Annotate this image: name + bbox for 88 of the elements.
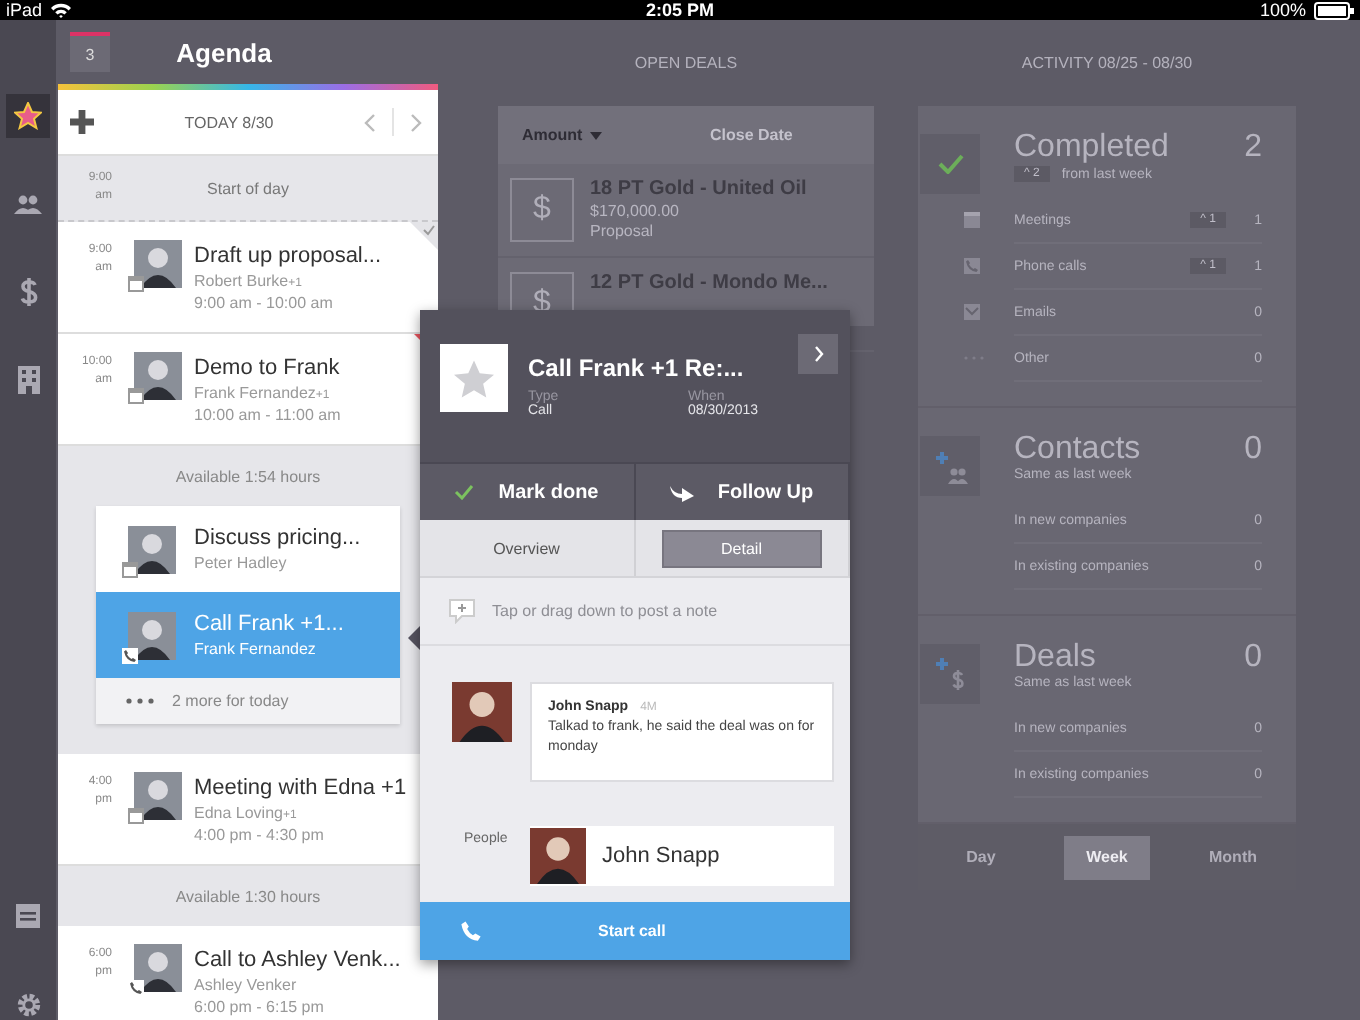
curved-arrow-icon: [669, 483, 694, 501]
check-icon: [937, 154, 963, 174]
deals-heading: OPEN DEALS: [632, 52, 740, 76]
phone-icon: [128, 980, 144, 996]
item-person: Frank Fernandez: [194, 640, 318, 658]
event-time: 4:00 pm - 4:30 pm: [194, 825, 326, 843]
note-input-field[interactable]: Tap or drag down to post a note: [492, 602, 718, 620]
more-text: 2 more for today: [172, 692, 289, 710]
phone-icon: [460, 920, 482, 942]
avatar-silhouette: [134, 944, 182, 992]
calendar-icon: [128, 808, 144, 824]
start-call-button[interactable]: Start call: [420, 902, 850, 960]
notes-icon: [16, 904, 40, 928]
person-card[interactable]: John Snapp: [530, 826, 834, 886]
section-count: 0: [1244, 640, 1262, 676]
event-title: Draft up proposal...: [194, 243, 382, 267]
date-label: TODAY 8/30: [182, 113, 276, 131]
view-tab[interactable]: Detail: [661, 529, 822, 567]
event-person: Ashley Venker: [194, 975, 299, 993]
clock: 2:05 PM: [645, 0, 714, 20]
dollar-tile: $: [510, 178, 574, 242]
item-title: Call Frank +1...: [194, 612, 344, 636]
star-icon: [14, 102, 42, 130]
nav-item[interactable]: [6, 94, 50, 138]
phone-icon: [964, 258, 980, 274]
add-icon[interactable]: [70, 110, 94, 134]
view-tab[interactable]: Overview: [446, 529, 607, 567]
battery-percent: 100%: [1259, 0, 1306, 20]
caret-icon: [590, 131, 603, 139]
more-row[interactable]: 2 more for today: [96, 678, 400, 724]
star-icon: [454, 359, 494, 397]
next-button[interactable]: [798, 334, 838, 374]
avatar-silhouette: [128, 611, 176, 659]
calendar-icon: [128, 276, 144, 292]
avatar-silhouette: [134, 352, 182, 400]
period-tab[interactable]: Week: [1064, 835, 1150, 879]
section-title: Contacts: [1014, 432, 1141, 467]
add-dollar-icon: [932, 656, 968, 692]
column-header[interactable]: Close Date: [686, 126, 874, 144]
item-person: Peter Hadley: [194, 554, 289, 572]
event-time: 6:00 pm - 6:15 pm: [194, 997, 326, 1015]
event-title: Call to Ashley Venk...: [194, 947, 401, 971]
event-time: 10:00 am - 11:00 am: [194, 405, 341, 423]
period-tab[interactable]: Month: [1190, 835, 1276, 879]
event-title: Meeting with Edna +1: [194, 775, 407, 799]
available-text: Available 1:30 hours: [175, 887, 321, 905]
popover-title: Call Frank +1 Re:...: [528, 354, 744, 382]
avatar-silhouette: [530, 828, 586, 884]
count-badge[interactable]: 3: [70, 32, 110, 72]
section-count: 2: [1244, 130, 1262, 166]
avatar-silhouette: [134, 772, 182, 820]
people-icon: [14, 194, 42, 214]
slot-text: Start of day: [205, 179, 291, 197]
device-name: iPad: [6, 0, 43, 20]
building-icon: [17, 366, 39, 394]
section-count: 0: [1244, 432, 1262, 468]
calendar-icon: [128, 388, 144, 404]
calendar-icon: [964, 212, 980, 228]
event-title: Demo to Frank: [194, 355, 341, 379]
event-time: 9:00 am - 10:00 am: [194, 293, 335, 311]
add-person-icon: [932, 449, 968, 483]
add-note-icon[interactable]: [448, 598, 476, 624]
section-title: Completed: [1014, 130, 1169, 166]
agenda-title: Agenda: [174, 37, 274, 67]
chevron-right-icon: [813, 346, 823, 362]
avatar-silhouette: [128, 525, 176, 573]
phone-icon: [122, 647, 138, 663]
person-name: John Snapp: [602, 844, 720, 868]
agenda-item[interactable]: Call Frank +1... Frank Fernandez: [96, 592, 400, 678]
dollar-icon: [19, 278, 37, 306]
battery-icon: [1313, 1, 1354, 19]
settings-icon: [15, 991, 41, 1017]
activity-heading: ACTIVITY 08/25 - 08/30: [1019, 52, 1195, 76]
deal-stage: Proposal: [590, 222, 656, 240]
section-title: Deals: [1014, 640, 1096, 675]
agenda-item[interactable]: Discuss pricing... Peter Hadley: [96, 506, 400, 592]
check-icon: [454, 484, 475, 500]
calendar-icon: [122, 561, 138, 577]
avatar-silhouette: [452, 682, 512, 742]
envelope-icon: [964, 304, 980, 320]
period-tab[interactable]: Day: [938, 835, 1024, 879]
avatar-silhouette: [134, 240, 182, 288]
dots-icon: [126, 698, 154, 704]
item-title: Discuss pricing...: [194, 526, 361, 550]
deal-amount: $170,000.00: [590, 202, 681, 220]
column-header[interactable]: Amount: [498, 126, 686, 144]
available-text: Available 1:54 hours: [175, 467, 321, 485]
wifi-icon: [50, 2, 73, 18]
